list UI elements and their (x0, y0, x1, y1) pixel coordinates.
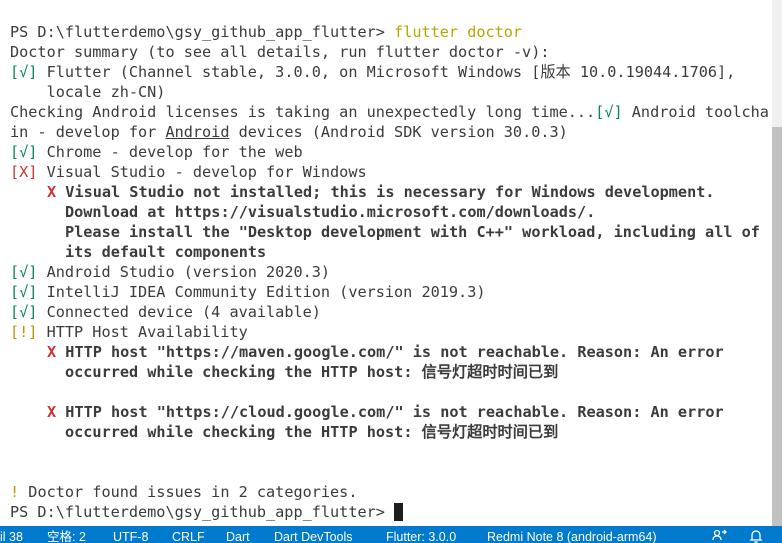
output-text: Android toolcha (622, 103, 769, 121)
terminal-line: its default components (10, 242, 770, 262)
error-mark: X (47, 343, 57, 361)
terminal-line: [√] Flutter (Channel stable, 3.0.0, on M… (10, 62, 770, 82)
output-text: Flutter (Channel stable, 3.0.0, on Micro… (37, 63, 736, 81)
terminal-line: locale zh-CN) (10, 82, 770, 102)
status-indentation[interactable]: 空格: 2 (47, 526, 86, 543)
command-text: flutter doctor (394, 23, 523, 41)
terminal-line: in - develop for Android devices (Androi… (10, 122, 770, 142)
status-bar: il 38 空格: 2 UTF-8 CRLF Dart Dart DevTool… (0, 526, 782, 543)
output-text: Chrome - develop for the web (37, 143, 303, 161)
terminal-line: [!] HTTP Host Availability (10, 322, 770, 342)
error-mark: X (47, 403, 57, 421)
terminal-line: X HTTP host "https://cloud.google.com/" … (10, 402, 770, 422)
terminal-cursor (394, 503, 404, 521)
status-encoding[interactable]: UTF-8 (113, 526, 148, 543)
prompt-text: PS D:\flutterdemo\gsy_github_app_flutter… (10, 503, 395, 521)
status-dart-devtools[interactable]: Dart DevTools (274, 526, 353, 543)
check-mark: [√] (10, 283, 38, 301)
output-text: in - develop for (10, 123, 166, 141)
terminal-line: X Visual Studio not installed; this is n… (10, 182, 770, 202)
notification-bell-icon[interactable] (748, 528, 764, 543)
check-mark: [√] (10, 303, 38, 321)
warning-mark: [!] (10, 323, 38, 341)
output-text: occurred while checking the HTTP host: 信… (65, 423, 559, 441)
check-mark: [√] (595, 103, 623, 121)
terminal-line: Doctor summary (to see all details, run … (10, 42, 770, 62)
prompt-text: PS D:\flutterdemo\gsy_github_app_flutter… (10, 23, 395, 41)
output-text: Download at https://visualstudio.microso… (65, 203, 596, 221)
output-text: Visual Studio not installed; this is nec… (56, 183, 715, 201)
terminal-line: [√] Android Studio (version 2020.3) (10, 262, 770, 282)
status-device[interactable]: Redmi Note 8 (android-arm64) (487, 526, 657, 543)
check-mark: [√] (10, 263, 38, 281)
terminal-line: PS D:\flutterdemo\gsy_github_app_flutter… (10, 502, 770, 522)
output-text: Doctor found issues in 2 categories. (19, 483, 358, 501)
terminal-line: [√] Connected device (4 available) (10, 302, 770, 322)
terminal-line: [X] Visual Studio - develop for Windows (10, 162, 770, 182)
output-text: devices (Android SDK version 30.0.3) (229, 123, 568, 141)
terminal-panel[interactable]: PS D:\flutterdemo\gsy_github_app_flutter… (0, 0, 772, 526)
scrollbar-thumb[interactable] (772, 127, 782, 526)
live-share-icon-svg (712, 529, 727, 541)
output-text: occurred while checking the HTTP host: 信… (65, 363, 559, 381)
warning-mark: ! (10, 483, 20, 501)
output-text: Please install the "Desktop development … (65, 223, 760, 241)
status-eol[interactable]: CRLF (172, 526, 205, 543)
error-mark: [X] (10, 163, 38, 181)
bell-icon-svg (749, 530, 763, 543)
terminal-line: Download at https://visualstudio.microso… (10, 202, 770, 222)
terminal-line: occurred while checking the HTTP host: 信… (10, 422, 770, 442)
output-text: Visual Studio - develop for Windows (37, 163, 367, 181)
status-line-col[interactable]: il 38 (0, 526, 23, 543)
terminal-output: PS D:\flutterdemo\gsy_github_app_flutter… (10, 22, 770, 522)
terminal-scrollbar[interactable] (772, 0, 782, 526)
status-flutter-version[interactable]: Flutter: 3.0.0 (386, 526, 456, 543)
android-link[interactable]: Android (165, 123, 229, 141)
check-mark: [√] (10, 143, 38, 161)
output-text: Connected device (4 available) (37, 303, 321, 321)
output-text: IntelliJ IDEA Community Edition (version… (37, 283, 486, 301)
terminal-line: PS D:\flutterdemo\gsy_github_app_flutter… (10, 22, 770, 42)
terminal-line: occurred while checking the HTTP host: 信… (10, 362, 770, 382)
status-language[interactable]: Dart (226, 526, 250, 543)
error-mark: X (47, 183, 57, 201)
live-share-icon[interactable] (712, 528, 728, 543)
output-text: locale zh-CN) (10, 83, 166, 101)
output-text: HTTP host "https://maven.google.com/" is… (56, 343, 724, 361)
output-text: its default components (65, 243, 267, 261)
terminal-line: Please install the "Desktop development … (10, 222, 770, 242)
terminal-line: X HTTP host "https://maven.google.com/" … (10, 342, 770, 362)
terminal-line: ! Doctor found issues in 2 categories. (10, 482, 770, 502)
output-text: HTTP Host Availability (37, 323, 248, 341)
check-mark: [√] (10, 63, 38, 81)
output-text: Doctor summary (to see all details, run … (10, 43, 550, 61)
output-text: Checking Android licenses is taking an u… (10, 103, 596, 121)
terminal-line: [√] Chrome - develop for the web (10, 142, 770, 162)
terminal-line: Checking Android licenses is taking an u… (10, 102, 770, 122)
output-text: HTTP host "https://cloud.google.com/" is… (56, 403, 724, 421)
terminal-line: [√] IntelliJ IDEA Community Edition (ver… (10, 282, 770, 302)
output-text: Android Studio (version 2020.3) (37, 263, 331, 281)
